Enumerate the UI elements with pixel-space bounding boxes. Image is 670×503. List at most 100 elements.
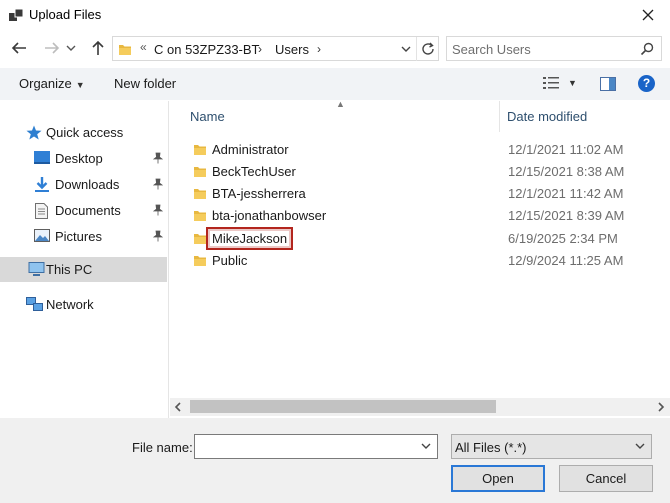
organize-label: Organize bbox=[19, 76, 72, 91]
documents-icon bbox=[35, 203, 48, 219]
file-name: BeckTechUser bbox=[212, 164, 296, 179]
nav-network-label: Network bbox=[46, 297, 94, 312]
sort-ascending-icon: ▲ bbox=[336, 99, 345, 109]
this-pc-icon bbox=[28, 262, 45, 276]
nav-item-label: Downloads bbox=[55, 177, 120, 192]
star-icon bbox=[26, 125, 42, 140]
nav-quick-access[interactable]: Quick access bbox=[0, 120, 167, 144]
chevron-down-icon bbox=[635, 443, 645, 449]
cancel-button[interactable]: Cancel bbox=[559, 465, 653, 492]
breadcrumb-separator[interactable]: › bbox=[258, 42, 262, 56]
file-date: 12/15/2021 8:39 AM bbox=[508, 208, 625, 223]
search-input[interactable] bbox=[452, 40, 632, 58]
new-folder-button[interactable]: New folder bbox=[114, 76, 176, 91]
forward-button[interactable] bbox=[42, 37, 62, 59]
file-name: BTA-jessherrera bbox=[212, 186, 306, 201]
window-title: Upload Files bbox=[29, 7, 102, 22]
chevron-down-icon bbox=[66, 45, 76, 51]
pin-icon bbox=[153, 152, 163, 164]
nav-documents[interactable]: Documents bbox=[0, 198, 167, 222]
command-bar: Organize ▼ New folder ▼ ? bbox=[0, 68, 670, 100]
nav-downloads[interactable]: Downloads bbox=[0, 172, 167, 196]
nav-network[interactable]: Network bbox=[0, 292, 167, 316]
folder-icon bbox=[194, 234, 206, 244]
file-name-input[interactable] bbox=[198, 438, 413, 455]
folder-icon bbox=[194, 167, 206, 177]
caret-down-icon: ▼ bbox=[75, 80, 85, 90]
folder-icon bbox=[194, 189, 206, 199]
dialog-footer: File name: All Files (*.*) Open Cancel bbox=[0, 418, 670, 503]
downloads-icon bbox=[35, 177, 49, 192]
refresh-button[interactable] bbox=[416, 37, 438, 61]
caret-down-icon: ▼ bbox=[568, 78, 577, 88]
breadcrumb-overflow[interactable]: « bbox=[140, 40, 147, 54]
desktop-icon bbox=[34, 151, 50, 164]
network-icon bbox=[26, 297, 43, 311]
scrollbar-thumb[interactable] bbox=[190, 400, 496, 413]
help-button[interactable]: ? bbox=[638, 75, 655, 92]
pin-icon bbox=[153, 204, 163, 216]
arrow-up-icon bbox=[92, 40, 104, 55]
pictures-icon bbox=[34, 229, 50, 242]
list-item[interactable]: Public 12/9/2024 11:25 AM bbox=[189, 250, 659, 272]
arrow-right-icon bbox=[45, 42, 60, 54]
file-name: Administrator bbox=[212, 142, 289, 157]
file-date: 12/15/2021 8:38 AM bbox=[508, 164, 625, 179]
breadcrumb-separator[interactable]: › bbox=[317, 42, 321, 56]
back-button[interactable] bbox=[9, 37, 29, 59]
list-item[interactable]: BeckTechUser 12/15/2021 8:38 AM bbox=[189, 161, 659, 183]
file-name: Public bbox=[212, 253, 248, 268]
file-type-select[interactable]: All Files (*.*) bbox=[451, 434, 652, 459]
column-header-name[interactable]: Name bbox=[190, 109, 225, 124]
open-button[interactable]: Open bbox=[451, 465, 545, 492]
address-row: « C on 53ZPZ33-BT › Users › bbox=[0, 34, 670, 64]
up-button[interactable] bbox=[88, 37, 108, 59]
list-item[interactable]: Administrator 12/1/2021 11:02 AM bbox=[189, 139, 659, 161]
breadcrumb-users[interactable]: Users bbox=[275, 42, 309, 57]
arrow-left-icon bbox=[11, 42, 26, 54]
nav-item-label: Pictures bbox=[55, 229, 102, 244]
details-view-icon bbox=[543, 77, 559, 89]
file-name-label: File name: bbox=[132, 440, 193, 455]
close-icon[interactable] bbox=[636, 3, 660, 27]
file-name: MikeJackson bbox=[205, 227, 294, 250]
search-box[interactable] bbox=[446, 36, 662, 61]
folder-icon bbox=[194, 211, 206, 221]
scroll-right-icon[interactable] bbox=[656, 401, 666, 413]
file-type-value: All Files (*.*) bbox=[455, 440, 527, 455]
change-view-button[interactable]: ▼ bbox=[543, 76, 577, 90]
folder-icon bbox=[119, 45, 131, 55]
list-item[interactable]: BTA-jessherrera 12/1/2021 11:42 AM bbox=[189, 183, 659, 205]
file-date: 12/1/2021 11:02 AM bbox=[508, 142, 624, 157]
file-date: 12/1/2021 11:42 AM bbox=[508, 186, 624, 201]
search-icon[interactable] bbox=[640, 42, 654, 56]
chevron-down-icon[interactable] bbox=[420, 439, 432, 453]
folder-icon bbox=[194, 145, 206, 155]
app-windows-icon bbox=[9, 9, 23, 21]
file-name-field[interactable] bbox=[194, 434, 438, 459]
recent-locations-button[interactable] bbox=[64, 37, 78, 59]
nav-this-pc-label: This PC bbox=[46, 262, 93, 277]
navigation-pane: Quick access Desktop Downloads Documents… bbox=[0, 101, 169, 418]
refresh-icon bbox=[421, 42, 434, 55]
horizontal-scrollbar[interactable] bbox=[170, 398, 670, 416]
breadcrumb-computer[interactable]: C on 53ZPZ33-BT bbox=[154, 42, 260, 57]
file-date: 6/19/2025 2:34 PM bbox=[508, 231, 618, 246]
organize-button[interactable]: Organize ▼ bbox=[19, 76, 85, 91]
column-divider[interactable] bbox=[499, 101, 500, 132]
column-header-date-modified[interactable]: Date modified bbox=[507, 109, 587, 124]
scroll-left-icon[interactable] bbox=[173, 401, 183, 413]
address-bar[interactable]: « C on 53ZPZ33-BT › Users › bbox=[112, 36, 439, 61]
file-list: ▲ Name Date modified Administrator 12/1/… bbox=[170, 99, 670, 398]
nav-this-pc[interactable]: This PC bbox=[0, 257, 167, 282]
nav-item-label: Desktop bbox=[55, 151, 103, 166]
nav-pictures[interactable]: Pictures bbox=[0, 224, 167, 248]
folder-icon bbox=[194, 256, 206, 266]
nav-desktop[interactable]: Desktop bbox=[0, 146, 167, 170]
address-dropdown-icon[interactable] bbox=[399, 41, 413, 57]
preview-pane-icon[interactable] bbox=[600, 77, 616, 91]
title-bar: Upload Files bbox=[0, 0, 670, 30]
nav-quick-access-label: Quick access bbox=[46, 125, 124, 140]
list-item[interactable]: bta-jonathanbowser 12/15/2021 8:39 AM bbox=[189, 205, 659, 227]
list-item-highlighted[interactable]: MikeJackson 6/19/2025 2:34 PM bbox=[189, 227, 659, 250]
